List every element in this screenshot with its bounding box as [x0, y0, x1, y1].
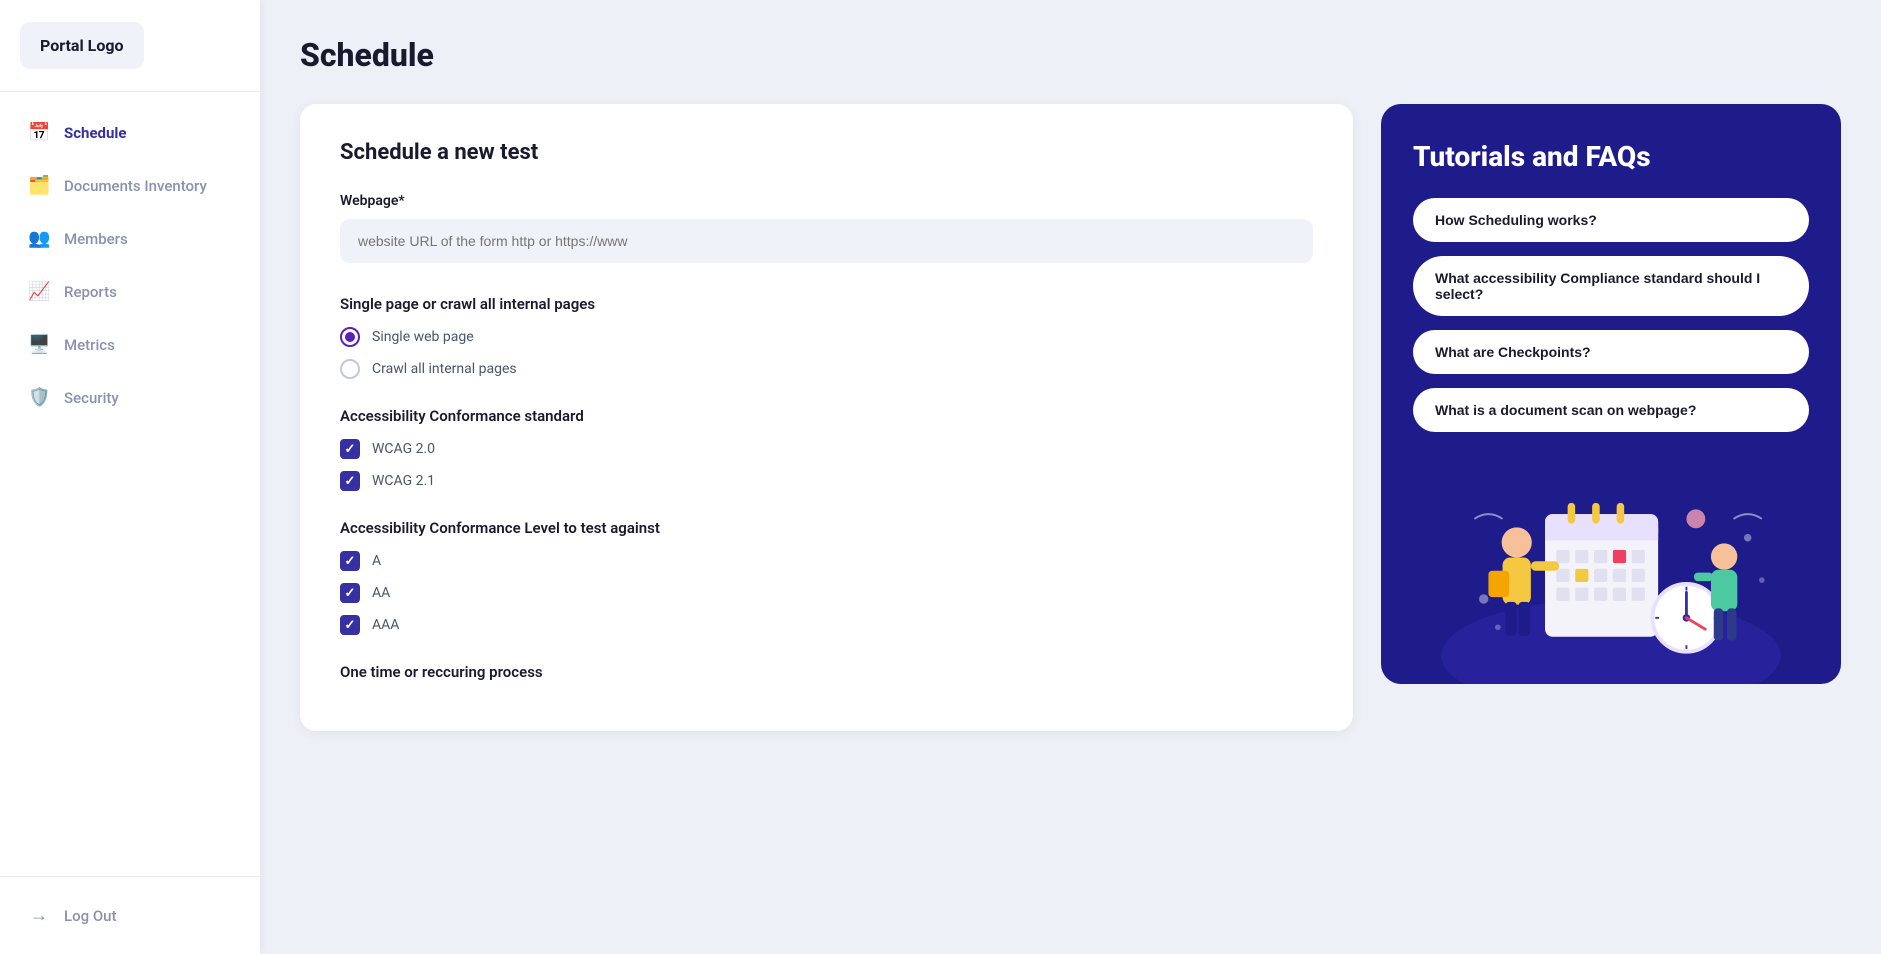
checkbox-level-aa-box [340, 583, 360, 603]
sidebar-item-reports[interactable]: 📈 Reports [12, 267, 248, 316]
levels-checkbox-group: A AA AAA [340, 551, 1313, 635]
schedule-form-card: Schedule a new test Webpage* Single page… [300, 104, 1353, 731]
radio-single-circle [340, 327, 360, 347]
checkbox-level-aa-label: AA [372, 585, 390, 601]
schedule-illustration [1413, 467, 1809, 684]
documents-icon: 🗂️ [28, 175, 50, 196]
standards-checkbox-group: WCAG 2.0 WCAG 2.1 [340, 439, 1313, 491]
security-icon: 🛡️ [28, 387, 50, 408]
sidebar-item-label-reports: Reports [64, 283, 117, 301]
tutorials-card: Tutorials and FAQs How Scheduling works?… [1381, 104, 1841, 684]
conformance-level-label: Accessibility Conformance Level to test … [340, 519, 1313, 537]
illustration-area [1413, 456, 1809, 684]
checkbox-level-aaa-box [340, 615, 360, 635]
radio-single-page[interactable]: Single web page [340, 327, 1313, 347]
checkbox-wcag20[interactable]: WCAG 2.0 [340, 439, 1313, 459]
sidebar-bottom: → Log Out [0, 876, 260, 954]
form-title: Schedule a new test [340, 140, 1313, 165]
checkbox-wcag20-box [340, 439, 360, 459]
sidebar: Portal Logo 📅 Schedule 🗂️ Documents Inve… [0, 0, 260, 954]
checkbox-level-a[interactable]: A [340, 551, 1313, 571]
checkbox-wcag21[interactable]: WCAG 2.1 [340, 471, 1313, 491]
main-content: Schedule Schedule a new test Webpage* Si… [260, 0, 1881, 954]
sidebar-item-documents[interactable]: 🗂️ Documents Inventory [12, 161, 248, 210]
logout-button[interactable]: → Log Out [24, 897, 236, 934]
metrics-icon: 🖥️ [28, 334, 50, 355]
webpage-label: Webpage* [340, 193, 1313, 209]
reports-icon: 📈 [28, 281, 50, 302]
crawl-label: Single page or crawl all internal pages [340, 295, 1313, 313]
process-label: One time or reccuring process [340, 663, 1313, 681]
sidebar-item-schedule[interactable]: 📅 Schedule [12, 108, 248, 157]
schedule-icon: 📅 [28, 122, 50, 143]
crawl-radio-group: Single web page Crawl all internal pages [340, 327, 1313, 379]
checkbox-level-aaa-label: AAA [372, 617, 399, 633]
faq-button-4[interactable]: What is a document scan on webpage? [1413, 388, 1809, 432]
logout-icon: → [28, 905, 50, 926]
sidebar-item-label-members: Members [64, 230, 128, 248]
checkbox-wcag20-label: WCAG 2.0 [372, 441, 435, 457]
webpage-input[interactable] [340, 219, 1313, 263]
page-title: Schedule [300, 36, 1841, 74]
content-row: Schedule a new test Webpage* Single page… [300, 104, 1841, 731]
sidebar-item-label-schedule: Schedule [64, 124, 126, 142]
tutorials-title: Tutorials and FAQs [1413, 140, 1809, 174]
faq-button-1[interactable]: How Scheduling works? [1413, 198, 1809, 242]
radio-crawl-all[interactable]: Crawl all internal pages [340, 359, 1313, 379]
radio-single-label: Single web page [372, 329, 474, 345]
sidebar-item-label-documents: Documents Inventory [64, 177, 207, 195]
sidebar-item-members[interactable]: 👥 Members [12, 214, 248, 263]
sidebar-nav: 📅 Schedule 🗂️ Documents Inventory 👥 Memb… [0, 108, 260, 876]
faq-button-3[interactable]: What are Checkpoints? [1413, 330, 1809, 374]
checkbox-level-aa[interactable]: AA [340, 583, 1313, 603]
members-icon: 👥 [28, 228, 50, 249]
sidebar-item-label-metrics: Metrics [64, 336, 115, 354]
checkbox-wcag21-label: WCAG 2.1 [372, 473, 435, 489]
sidebar-item-label-security: Security [64, 389, 119, 407]
logout-label: Log Out [64, 907, 117, 925]
checkbox-level-a-label: A [372, 553, 381, 569]
faq-button-2[interactable]: What accessibility Compliance standard s… [1413, 256, 1809, 316]
conformance-standard-label: Accessibility Conformance standard [340, 407, 1313, 425]
sidebar-item-security[interactable]: 🛡️ Security [12, 373, 248, 422]
portal-logo: Portal Logo [20, 22, 144, 69]
radio-crawl-label: Crawl all internal pages [372, 361, 517, 377]
radio-crawl-circle [340, 359, 360, 379]
sidebar-item-metrics[interactable]: 🖥️ Metrics [12, 320, 248, 369]
logo-area: Portal Logo [0, 0, 260, 92]
checkbox-level-a-box [340, 551, 360, 571]
checkbox-level-aaa[interactable]: AAA [340, 615, 1313, 635]
checkbox-wcag21-box [340, 471, 360, 491]
